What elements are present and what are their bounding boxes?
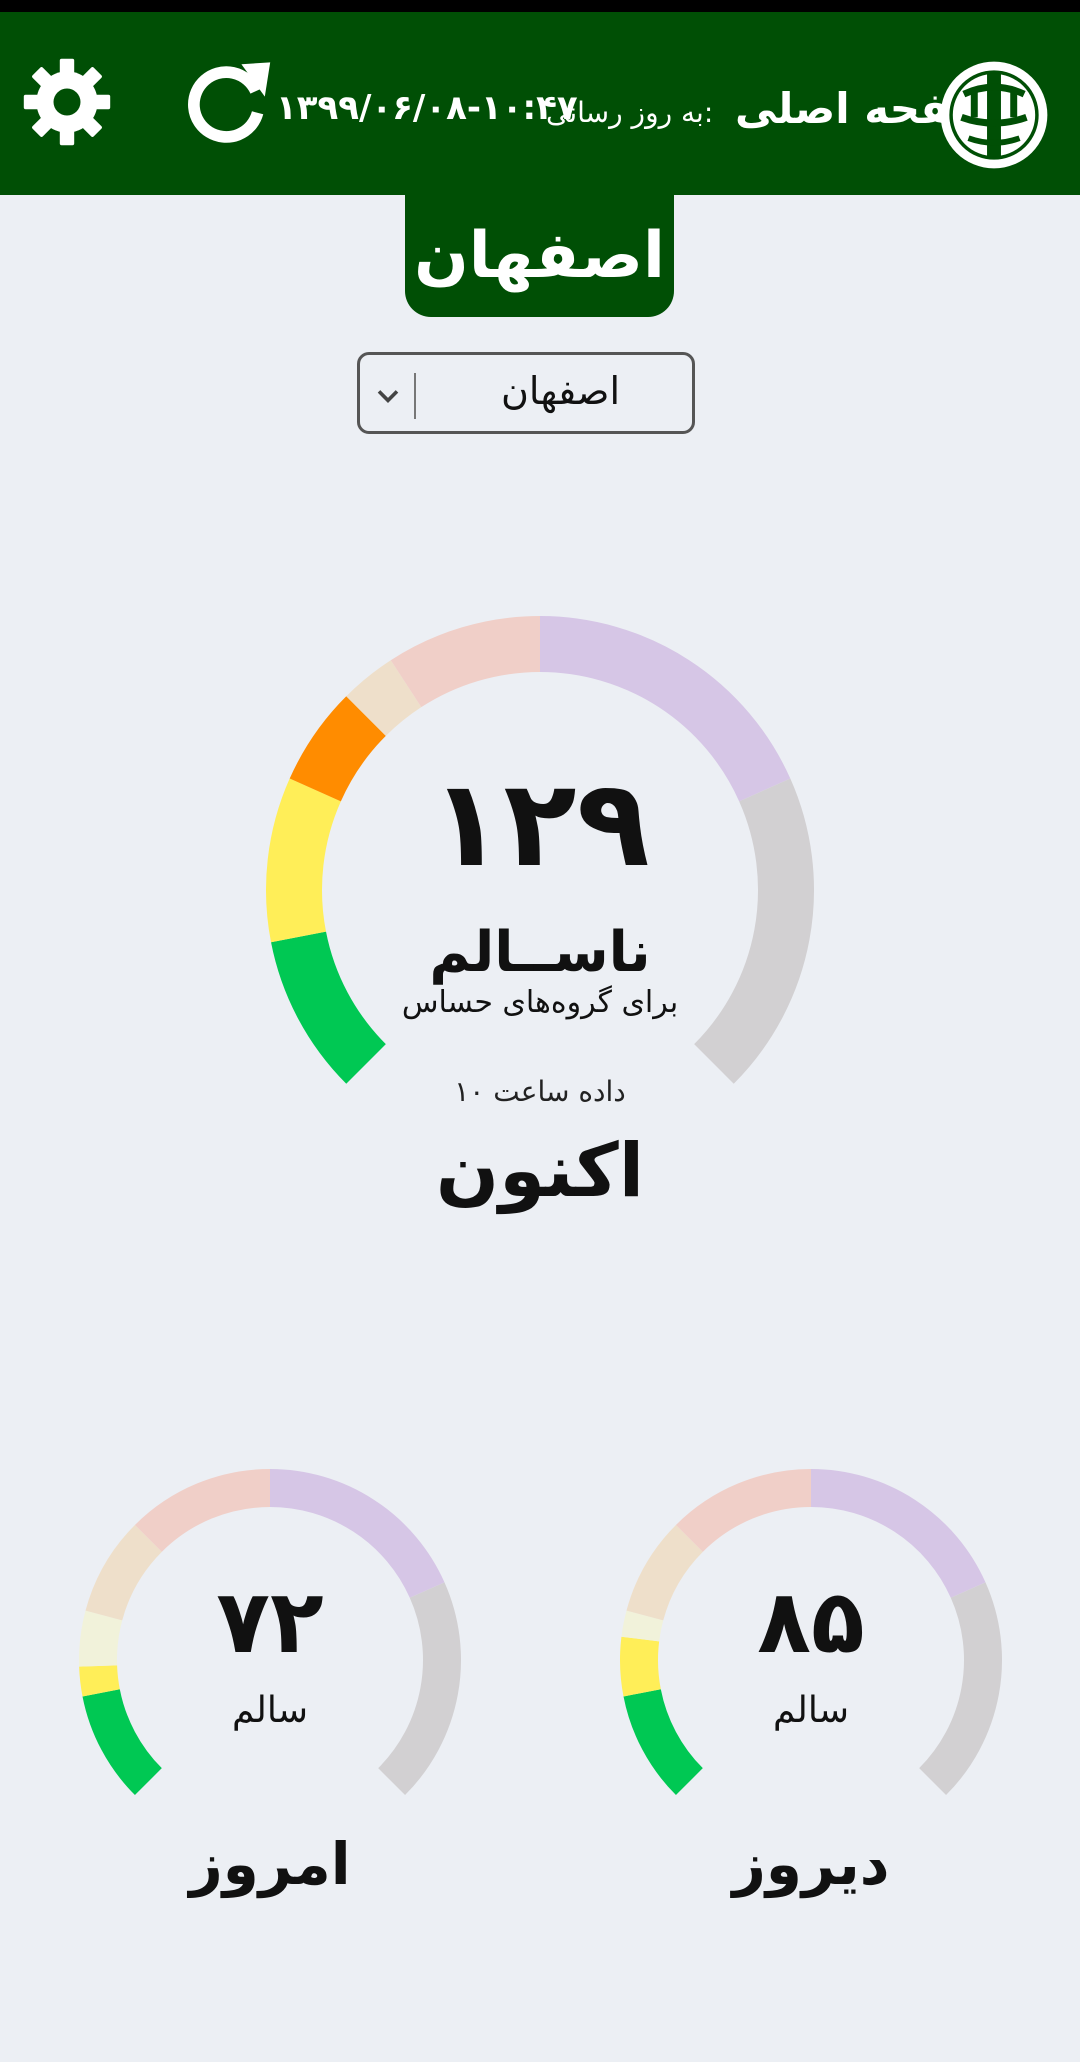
gauge-segment-good	[623, 1688, 704, 1796]
gauge-segment-pending	[346, 660, 422, 737]
app-header: ۱۳۹۹/۰۶/۰۸-۱۰:۴۷ به روز رسانی: صفحه اصلی	[0, 12, 1080, 195]
gauge-segment-moderate	[266, 778, 342, 943]
status-strip	[0, 0, 1080, 12]
last-update-time: ۱۳۹۹/۰۶/۰۸-۱۰:۴۷	[276, 88, 578, 128]
city-title-tab: اصفهان	[405, 195, 674, 317]
gear-icon[interactable]	[22, 57, 112, 147]
gauge-segment-moderate-rest	[621, 1610, 664, 1642]
gauge-segment-usg	[85, 1524, 163, 1621]
now-label: اکنون	[435, 1128, 645, 1214]
city-dropdown[interactable]: اصفهان	[357, 352, 695, 434]
gauge-segment-moderate	[79, 1664, 120, 1697]
gauge-segment-usg	[289, 696, 387, 802]
gauge-segment-moderate-rest	[79, 1610, 123, 1667]
gauge-segment-hazardous	[377, 1582, 461, 1796]
gauge-segment-unhealthy	[390, 616, 541, 708]
gauge-segment-hazardous	[918, 1582, 1002, 1796]
yesterday-label: دیروز	[732, 1830, 890, 1898]
gauge-segment-unhealthy	[675, 1469, 812, 1553]
gauge-segment-unhealthy	[134, 1469, 271, 1553]
gauge-segment-usg	[626, 1524, 704, 1621]
dropdown-divider	[414, 373, 416, 419]
last-update-label: به روز رسانی:	[546, 96, 714, 129]
chevron-down-icon	[377, 390, 399, 403]
gauge-segment-good	[82, 1688, 163, 1796]
yesterday-aqi-status: سالم	[772, 1690, 850, 1731]
doe-logo	[940, 61, 1048, 169]
current-aqi-note: برای گروه‌های حساس	[401, 985, 679, 1020]
today-aqi-status: سالم	[231, 1690, 309, 1731]
today-aqi-value: ۷۲	[216, 1570, 324, 1673]
current-aqi-status: ناســالم	[429, 920, 651, 985]
gauge-segment-moderate	[620, 1636, 661, 1697]
data-hour-label: داده ساعت ۱۰	[454, 1075, 626, 1108]
gauge-segment-hazardous	[693, 778, 814, 1084]
today-label: امروز	[189, 1830, 351, 1898]
yesterday-aqi-value: ۸۵	[757, 1570, 865, 1673]
refresh-icon[interactable]	[182, 57, 272, 147]
current-aqi-value: ۱۲۹	[430, 755, 650, 894]
selected-city: اصفهان	[500, 369, 620, 413]
gauge-segment-good	[271, 931, 387, 1084]
